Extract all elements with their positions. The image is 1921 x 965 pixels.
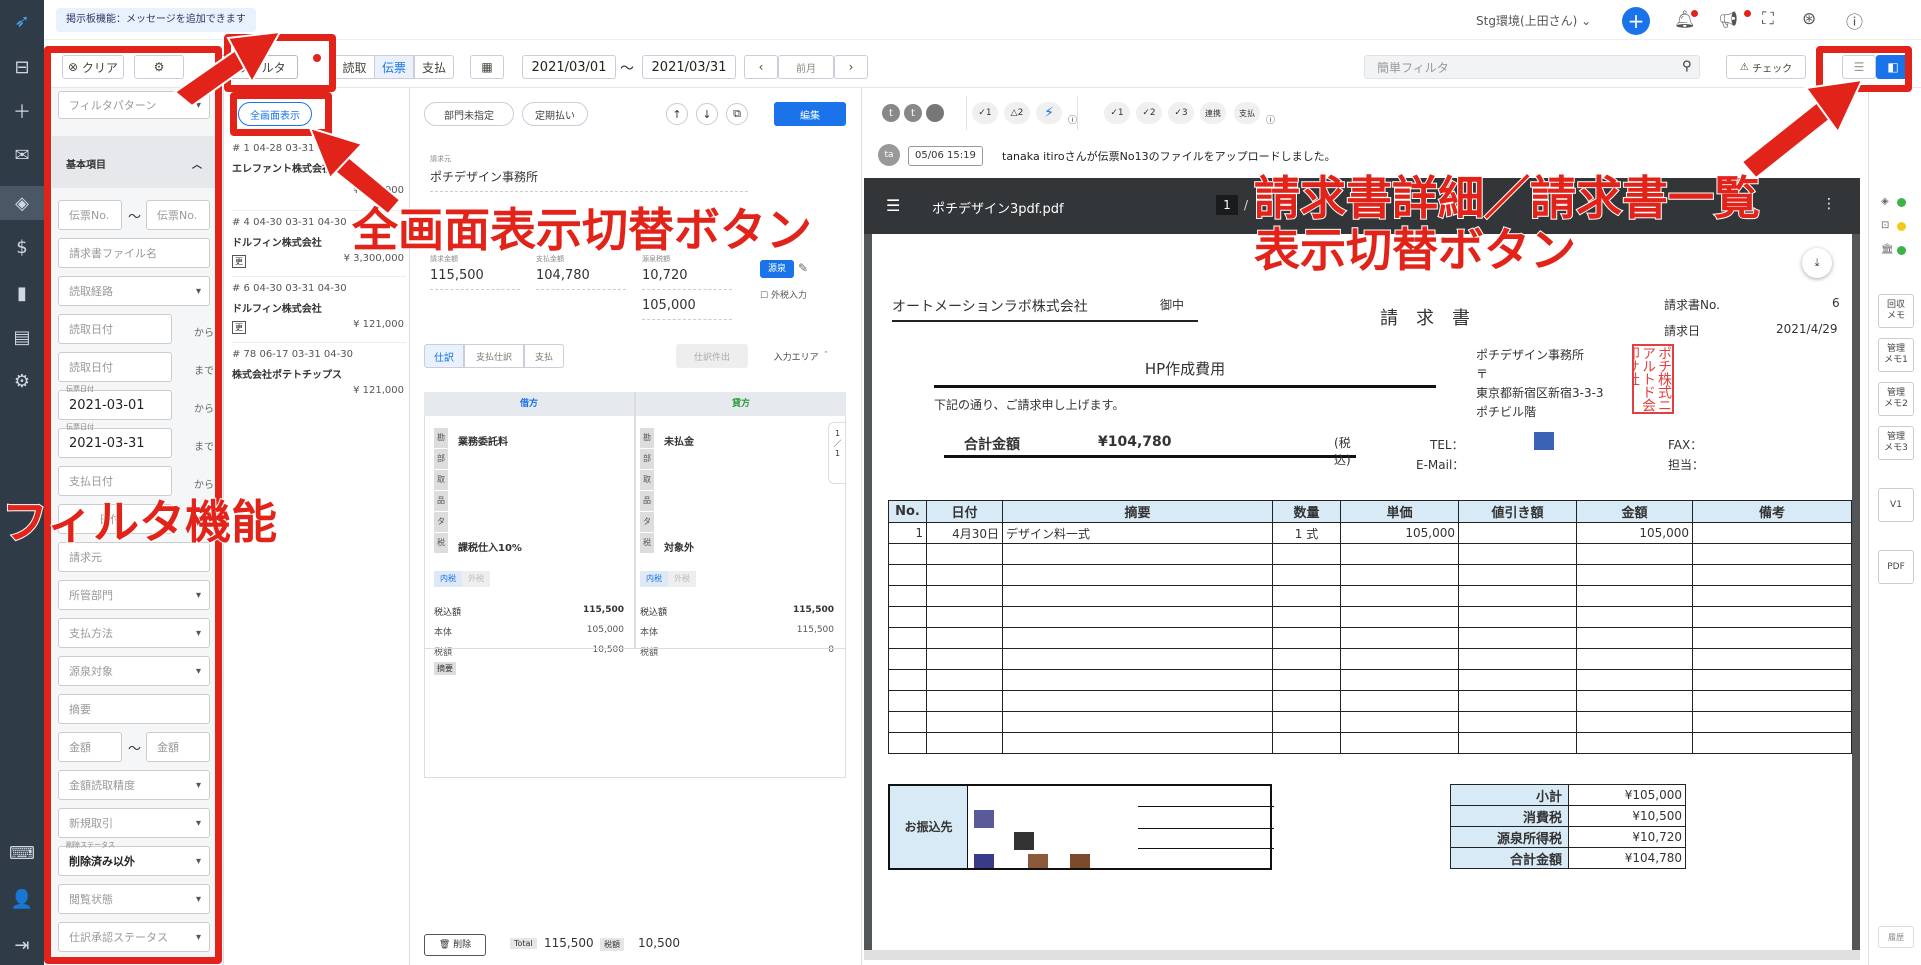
annotation-filter-text: フィルタ機能 bbox=[1, 494, 278, 550]
annotation-fullscreen-text: 全画面表示切替ボタン bbox=[351, 202, 813, 258]
annotation-arrows bbox=[173, 30, 1864, 216]
annotation-view-toggle-text-2: 表示切替ボタン bbox=[1253, 222, 1577, 278]
